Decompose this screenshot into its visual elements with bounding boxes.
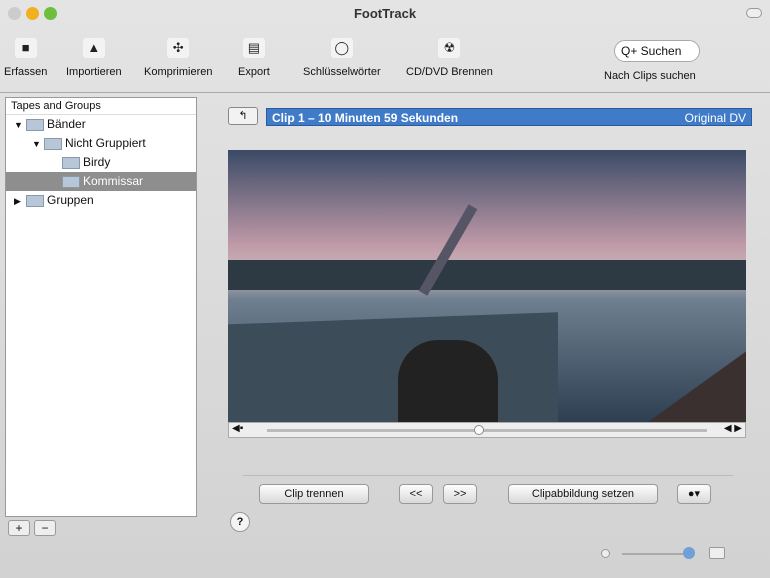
camera-icon: ■ <box>14 38 37 58</box>
next-button[interactable]: >> <box>443 484 477 504</box>
add-button[interactable]: + <box>8 520 30 536</box>
app-window: FootTrack ■ Erfassen ▲ Importieren ✣ Kompri… <box>0 0 770 578</box>
zoom-small-icon <box>601 549 610 558</box>
step-forward-icon[interactable]: ◀ ▶ <box>724 423 742 434</box>
clip-title-bar: Clip 1 – 10 Minuten 59 Sekunden Original … <box>266 108 752 126</box>
search-label: Nach Clips suchen <box>604 70 696 82</box>
folder-icon <box>26 194 44 207</box>
back-button[interactable]: ↰ <box>228 107 258 125</box>
keywords-icon: ◯ <box>330 38 353 58</box>
tape-icon <box>62 156 80 169</box>
keywords-button[interactable]: ◯ Schlüsselwörter <box>303 38 381 78</box>
tree-item-gruppen[interactable]: ▶ Gruppen <box>6 191 196 210</box>
panel-header: Tapes and Groups <box>6 98 196 115</box>
figure <box>398 340 498 422</box>
export-button[interactable]: ▤ Export <box>238 38 270 78</box>
toolbar-toggle-button[interactable] <box>746 8 762 18</box>
folder-icon <box>44 137 62 150</box>
boat-bow <box>648 350 746 422</box>
video-preview[interactable] <box>228 150 746 422</box>
disclosure-closed-icon[interactable]: ▶ <box>14 192 26 211</box>
tape-icon <box>26 118 44 131</box>
search-input[interactable]: Q+ Suchen <box>614 40 700 62</box>
disclosure-open-icon[interactable]: ▼ <box>14 116 26 135</box>
scrubber-track[interactable] <box>267 429 707 432</box>
capture-button[interactable]: ■ Erfassen <box>4 38 47 78</box>
previous-button[interactable]: << <box>399 484 433 504</box>
import-icon: ▲ <box>82 38 105 58</box>
harbor-skyline <box>228 260 746 290</box>
window-title: FootTrack <box>353 6 417 21</box>
export-icon: ▤ <box>242 38 265 58</box>
remove-button[interactable]: − <box>34 520 56 536</box>
compress-button[interactable]: ✣ Komprimieren <box>144 38 212 78</box>
tape-icon <box>62 175 80 188</box>
zoom-slider-knob[interactable] <box>683 547 695 559</box>
playhead-knob[interactable] <box>474 425 485 435</box>
split-clip-button[interactable]: Clip trennen <box>259 484 369 504</box>
tapes-groups-panel: Tapes and Groups ▼ Bänder ▼ Nicht Gruppier… <box>5 97 197 517</box>
boat-hull <box>228 312 558 422</box>
step-back-icon[interactable]: ◀▪ <box>232 423 243 434</box>
disclosure-open-icon[interactable]: ▼ <box>32 135 44 154</box>
zoom-slider[interactable] <box>622 553 686 555</box>
burn-button[interactable]: ☢ CD/DVD Brennen <box>406 38 493 78</box>
tree-item-baender[interactable]: ▼ Bänder <box>6 115 196 134</box>
back-arrow-icon: ↰ <box>238 110 248 122</box>
toolbar-divider <box>0 92 770 93</box>
zoom-large-icon <box>709 547 725 559</box>
tree-item-birdy[interactable]: Birdy <box>6 153 196 172</box>
tree-item-kommissar[interactable]: Kommissar <box>6 172 196 191</box>
burn-icon: ☢ <box>438 38 461 58</box>
playback-scrubber[interactable]: ◀▪ ◀ ▶ <box>228 422 746 438</box>
action-menu-button[interactable]: ●▾ <box>677 484 711 504</box>
set-thumbnail-button[interactable]: Clipabbildung setzen <box>508 484 658 504</box>
import-button[interactable]: ▲ Importieren <box>66 38 122 78</box>
tree-item-nicht-gruppiert[interactable]: ▼ Nicht Gruppiert <box>6 134 196 153</box>
compress-icon: ✣ <box>167 38 190 58</box>
help-button[interactable]: ? <box>230 512 250 532</box>
divider <box>243 475 733 476</box>
